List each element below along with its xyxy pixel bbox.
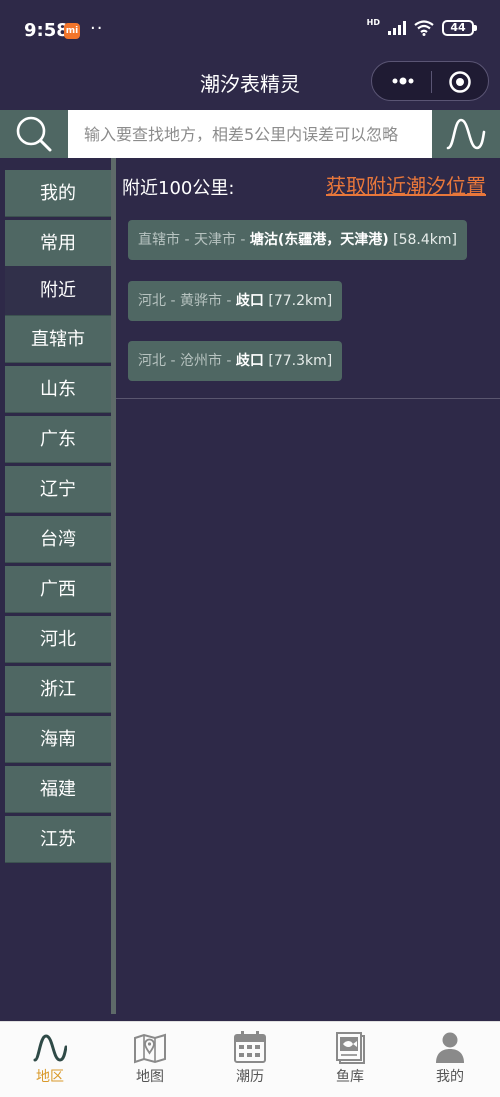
status-dots: ·· — [90, 18, 104, 39]
region-sidebar: 我的 常用 附近 直辖市 山东 广东 辽宁 台湾 广西 河北 浙江 海南 福建 … — [0, 158, 116, 1018]
fish-book-icon — [336, 1032, 365, 1064]
sidebar-item-fujian[interactable]: 福建 — [5, 766, 111, 813]
wave-icon — [33, 1034, 67, 1062]
search-bar — [0, 110, 500, 158]
sidebar-item-zhejiang[interactable]: 浙江 — [5, 666, 111, 713]
tab-label: 潮历 — [236, 1069, 264, 1085]
tab-map[interactable]: 地图 — [100, 1022, 200, 1097]
capsule-divider — [431, 71, 432, 93]
sidebar-item-taiwan[interactable]: 台湾 — [5, 516, 111, 563]
tide-curve-button[interactable] — [432, 110, 500, 158]
get-nearby-tide-link[interactable]: 获取附近潮汐位置 — [326, 170, 486, 199]
sidebar-item-common[interactable]: 常用 — [5, 220, 111, 267]
status-indicators: HD 44 — [366, 17, 477, 36]
tab-label: 鱼库 — [336, 1069, 364, 1085]
sidebar-item-municipality[interactable]: 直辖市 — [5, 316, 111, 363]
calendar-icon — [234, 1031, 266, 1063]
result-name: 塘沽(东疆港，天津港) — [249, 232, 389, 248]
sidebar-item-guangxi[interactable]: 广西 — [5, 566, 111, 613]
hd-label: HD — [366, 17, 380, 27]
result-name: 歧口 — [235, 293, 264, 309]
more-icon[interactable] — [390, 70, 416, 92]
results-divider — [116, 398, 500, 399]
sidebar-item-jiangsu[interactable]: 江苏 — [5, 816, 111, 863]
tab-region[interactable]: 地区 — [0, 1022, 100, 1097]
mini-program-capsule — [371, 61, 489, 101]
sidebar-item-shandong[interactable]: 山东 — [5, 366, 111, 413]
tab-tide-calendar[interactable]: 潮历 — [200, 1022, 300, 1097]
tab-label: 地图 — [136, 1069, 164, 1085]
sidebar-item-guangdong[interactable]: 广东 — [5, 416, 111, 463]
list-item[interactable]: 河北 - 黄骅市 - 歧口 [77.2km] — [128, 281, 343, 321]
sidebar-item-hainan[interactable]: 海南 — [5, 716, 111, 763]
tab-label: 我的 — [436, 1069, 464, 1085]
result-region: 河北 - 沧州市 - — [138, 353, 236, 369]
sidebar-scroll-track — [111, 158, 116, 1014]
tab-fish-library[interactable]: 鱼库 — [300, 1022, 400, 1097]
tab-mine[interactable]: 我的 — [400, 1022, 500, 1097]
search-icon — [16, 116, 52, 152]
sidebar-item-nearby[interactable]: 附近 — [5, 266, 111, 316]
bottom-tab-bar: 地区 地图 潮历 鱼库 我的 — [0, 1021, 500, 1097]
close-target-icon[interactable] — [448, 70, 472, 94]
wifi-icon — [414, 20, 434, 36]
result-region: 河北 - 黄骅市 - — [138, 293, 236, 309]
search-button[interactable] — [0, 110, 68, 158]
battery-icon: 44 — [442, 20, 477, 36]
title-bar: 潮汐表精灵 — [0, 60, 500, 110]
nearby-title: 附近100公里: — [122, 178, 235, 199]
wave-icon — [446, 118, 486, 150]
search-input[interactable] — [68, 110, 432, 158]
result-name: 歧口 — [235, 353, 264, 369]
list-item[interactable]: 河北 - 沧州市 - 歧口 [77.3km] — [128, 341, 343, 381]
status-time: 9:58 — [24, 20, 69, 41]
status-bar: 9:58 mi ·· HD 44 — [0, 0, 500, 60]
sidebar-item-liaoning[interactable]: 辽宁 — [5, 466, 111, 513]
user-icon — [436, 1032, 464, 1063]
sidebar-item-mine[interactable]: 我的 — [5, 170, 111, 217]
result-region: 直辖市 - 天津市 - — [138, 232, 250, 248]
mi-badge-icon: mi — [64, 23, 80, 39]
signal-icon — [388, 21, 406, 35]
list-item[interactable]: 直辖市 - 天津市 - 塘沽(东疆港，天津港) [58.4km] — [128, 220, 467, 260]
result-distance: [58.4km] — [388, 232, 457, 248]
result-distance: [77.2km] — [263, 293, 333, 309]
map-icon — [134, 1033, 166, 1064]
sidebar-item-hebei[interactable]: 河北 — [5, 616, 111, 663]
result-distance: [77.3km] — [263, 353, 333, 369]
tab-label: 地区 — [36, 1069, 64, 1085]
